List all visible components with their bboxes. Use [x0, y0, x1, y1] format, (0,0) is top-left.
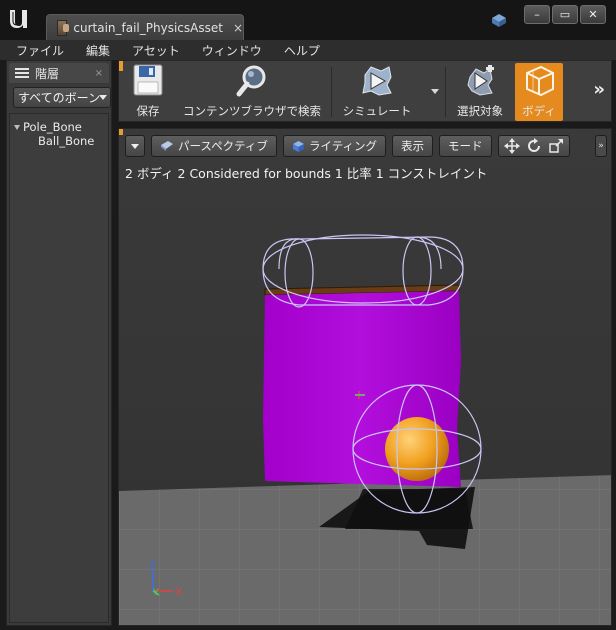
select-target-button[interactable]: 選択対象	[453, 63, 507, 121]
body-box-icon	[526, 65, 554, 97]
bone-filter-dropdown[interactable]: すべてのボーン	[13, 87, 111, 108]
lighting-button[interactable]: ライティング	[282, 135, 387, 157]
tree-item-pole-bone[interactable]: Pole_Bone	[10, 120, 108, 134]
transform-tools	[497, 135, 570, 157]
axis-x-label: X	[175, 586, 183, 598]
save-label: 保存	[136, 104, 160, 118]
show-label: 表示	[401, 139, 425, 153]
menu-bar: ファイル 編集 アセット ウィンドウ ヘルプ	[0, 40, 616, 60]
viewport-options-button[interactable]	[125, 135, 145, 157]
toolbar-separator	[445, 67, 446, 117]
save-button[interactable]: 保存	[127, 63, 169, 121]
chevron-down-icon	[131, 143, 139, 149]
browse-button[interactable]: コンテンツブラウザで検索	[179, 63, 325, 121]
select-target-label: 選択対象	[457, 104, 503, 118]
document-tab-label: curtain_fail_PhysicsAsset	[73, 20, 223, 35]
mode-label: モード	[448, 139, 483, 153]
hierarchy-panel: 階層 × すべてのボーン Pole_Bone Ball_Bone	[6, 60, 112, 626]
close-window-button[interactable]: ✕	[580, 5, 606, 24]
show-button[interactable]: 表示	[392, 135, 434, 157]
window-controls: – ▭ ✕	[524, 5, 606, 24]
maximize-button[interactable]: ▭	[552, 5, 578, 24]
close-panel-icon[interactable]: ×	[95, 68, 103, 79]
body-mode-label: ボディ	[522, 104, 556, 118]
hierarchy-list-icon	[15, 67, 29, 79]
body-mode-button[interactable]: ボディ	[515, 63, 563, 121]
document-tab[interactable]: curtain_fail_PhysicsAsset ×	[46, 14, 244, 40]
select-target-icon	[467, 65, 494, 96]
mode-button[interactable]: モード	[439, 135, 492, 157]
bone-filter-value: すべてのボーン	[18, 91, 101, 105]
ball-mesh	[385, 417, 449, 481]
unreal-logo-icon[interactable]	[6, 6, 32, 32]
viewport-scene: Z X Y	[119, 234, 611, 625]
menu-asset[interactable]: アセット	[132, 42, 180, 59]
viewport-stats: 2 ボディ 2 Considered for bounds 1 比率 1 コンス…	[125, 166, 488, 181]
simulate-label: シミュレート	[342, 104, 412, 118]
menu-edit[interactable]: 編集	[86, 42, 110, 59]
physics-asset-icon	[57, 19, 70, 36]
scale-icon[interactable]	[548, 138, 564, 154]
tree-item-ball-bone[interactable]: Ball_Bone	[10, 134, 108, 148]
tree-item-label: Pole_Bone	[23, 120, 82, 134]
camera-cube-icon	[161, 141, 173, 151]
hierarchy-tab-label: 階層	[35, 66, 60, 81]
simulate-options-chevron-icon[interactable]	[431, 89, 439, 94]
close-tab-icon[interactable]: ×	[233, 21, 243, 35]
translate-icon[interactable]	[503, 138, 520, 154]
main-toolbar: 保存 コンテンツブラウザで検索 シミュレート 選択対象 ボディ »	[118, 60, 612, 122]
menu-help[interactable]: ヘルプ	[284, 42, 320, 59]
viewport-overflow-chevron-icon[interactable]: »	[595, 135, 607, 157]
asset-menu-icon[interactable]	[491, 12, 507, 28]
title-bar: curtain_fail_PhysicsAsset × – ▭ ✕	[0, 0, 616, 40]
viewport-toolbar: パースペクティブ ライティング 表示 モード	[125, 135, 570, 157]
chevron-down-icon	[99, 95, 107, 100]
simulate-button[interactable]: シミュレート	[341, 63, 413, 121]
lighting-label: ライティング	[308, 139, 378, 153]
perspective-button[interactable]: パースペクティブ	[151, 135, 277, 157]
toolbar-overflow-chevron-icon[interactable]: »	[593, 79, 605, 100]
magnifier-icon	[236, 65, 266, 97]
3d-viewport[interactable]: Z X Y パースペクティブ ライティング 表示 モード » 2 ボディ 2 C…	[118, 128, 612, 626]
floppy-disk-icon	[133, 64, 163, 96]
menu-file[interactable]: ファイル	[16, 42, 64, 59]
tree-item-label: Ball_Bone	[38, 134, 95, 148]
expand-arrow-icon[interactable]	[14, 124, 20, 130]
lit-cube-icon	[292, 140, 304, 152]
browse-label: コンテンツブラウザで検索	[183, 104, 321, 118]
minimize-button[interactable]: –	[524, 5, 550, 24]
axis-z-label: Z	[149, 560, 156, 572]
menu-window[interactable]: ウィンドウ	[202, 42, 262, 59]
toolbar-separator	[331, 67, 332, 117]
perspective-label: パースペクティブ	[178, 139, 268, 153]
rotate-icon[interactable]	[526, 138, 542, 154]
axis-y-label: Y	[153, 587, 159, 597]
simulate-play-icon	[362, 66, 392, 96]
hierarchy-tab[interactable]: 階層 ×	[9, 63, 109, 83]
bone-tree: Pole_Bone Ball_Bone	[9, 113, 109, 623]
